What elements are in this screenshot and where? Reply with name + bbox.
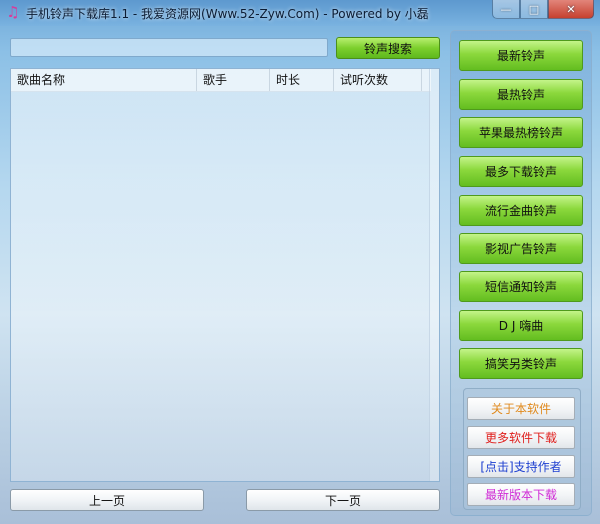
window-controls: — □ ✕ bbox=[492, 0, 594, 19]
list-scrollbar[interactable] bbox=[429, 69, 439, 481]
links-box: 关于本软件 更多软件下载 [点击]支持作者 最新版本下载 bbox=[463, 388, 581, 510]
column-header-play-count[interactable]: 试听次数 bbox=[333, 69, 421, 91]
window-title: 手机铃声下载库1.1 - 我爱资源网(Www.52-Zyw.Com) - Pow… bbox=[26, 7, 429, 21]
category-most-downloaded-button[interactable]: 最多下载铃声 bbox=[459, 156, 583, 187]
close-button[interactable]: ✕ bbox=[548, 0, 594, 19]
category-sms-notify-button[interactable]: 短信通知铃声 bbox=[459, 271, 583, 302]
maximize-button[interactable]: □ bbox=[520, 0, 548, 19]
search-button[interactable]: 铃声搜索 bbox=[336, 37, 440, 59]
maximize-icon: □ bbox=[528, 2, 540, 16]
next-page-button[interactable]: 下一页 bbox=[246, 489, 440, 511]
support-author-button[interactable]: [点击]支持作者 bbox=[467, 455, 575, 478]
latest-version-button[interactable]: 最新版本下载 bbox=[467, 483, 575, 506]
about-software-button[interactable]: 关于本软件 bbox=[467, 397, 575, 420]
category-funny-button[interactable]: 搞笑另类铃声 bbox=[459, 348, 583, 379]
column-header-duration[interactable]: 时长 bbox=[269, 69, 333, 91]
music-note-icon: ♫ bbox=[6, 3, 20, 21]
ringtone-list[interactable]: 歌曲名称 歌手 时长 试听次数 bbox=[10, 68, 440, 482]
minimize-icon: — bbox=[500, 2, 512, 16]
title-bar: ♫ 手机铃声下载库1.1 - 我爱资源网(Www.52-Zyw.Com) - P… bbox=[0, 0, 600, 26]
category-dj-button[interactable]: D J 嗨曲 bbox=[459, 310, 583, 341]
close-icon: ✕ bbox=[566, 2, 576, 16]
more-software-button[interactable]: 更多软件下载 bbox=[467, 426, 575, 449]
category-apple-chart-button[interactable]: 苹果最热榜铃声 bbox=[459, 117, 583, 148]
category-pop-hits-button[interactable]: 流行金曲铃声 bbox=[459, 195, 583, 226]
column-header-song-name[interactable]: 歌曲名称 bbox=[11, 69, 196, 91]
category-film-ad-button[interactable]: 影视广告铃声 bbox=[459, 233, 583, 264]
category-hottest-button[interactable]: 最热铃声 bbox=[459, 79, 583, 110]
column-header-singer[interactable]: 歌手 bbox=[196, 69, 269, 91]
category-panel: 最新铃声 最热铃声 苹果最热榜铃声 最多下载铃声 流行金曲铃声 影视广告铃声 短… bbox=[450, 30, 592, 516]
list-header: 歌曲名称 歌手 时长 试听次数 bbox=[11, 69, 431, 92]
minimize-button[interactable]: — bbox=[492, 0, 520, 19]
prev-page-button[interactable]: 上一页 bbox=[10, 489, 204, 511]
search-input[interactable] bbox=[10, 38, 328, 57]
category-newest-button[interactable]: 最新铃声 bbox=[459, 40, 583, 71]
